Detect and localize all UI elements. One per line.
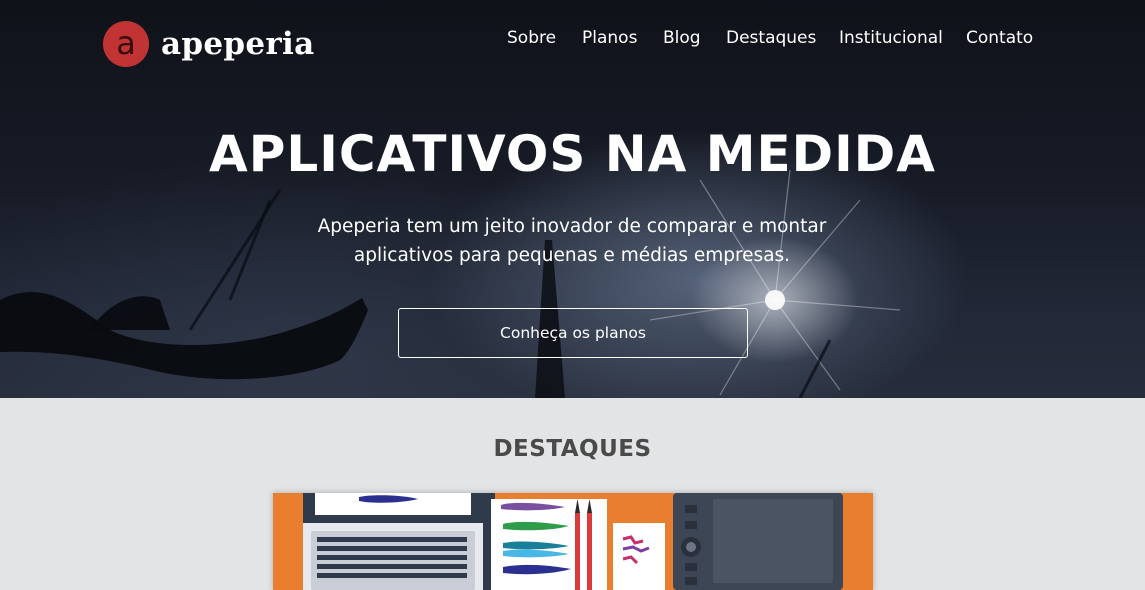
section-title-destaques: DESTAQUES	[493, 436, 652, 462]
nav-item-institucional[interactable]: Institucional	[839, 25, 943, 51]
nav-item-sobre[interactable]: Sobre	[507, 25, 556, 51]
nav-item-contato[interactable]: Contato	[966, 25, 1033, 51]
hero-subtitle-line1: Apeperia tem um jeito inovador de compar…	[317, 216, 827, 237]
nav-item-blog[interactable]: Blog	[663, 25, 701, 51]
nav-item-planos[interactable]: Planos	[582, 25, 637, 51]
hero-title: APLICATIVOS NA MEDIDA	[209, 125, 936, 183]
nav-item-destaques[interactable]: Destaques	[726, 25, 816, 51]
hero-banner: a apeperia Sobre Planos Blog Destaques I…	[0, 0, 1145, 398]
designer-desk-illustration	[303, 493, 843, 590]
hero-subtitle-line2: aplicativos para pequenas e médias empre…	[353, 245, 791, 266]
main-nav: Sobre Planos Blog Destaques Instituciona…	[0, 25, 1145, 51]
hero-subtitle: Apeperia tem um jeito inovador de compar…	[272, 212, 872, 270]
featured-image[interactable]	[273, 493, 873, 590]
view-plans-button[interactable]: Conheça os planos	[398, 308, 748, 358]
